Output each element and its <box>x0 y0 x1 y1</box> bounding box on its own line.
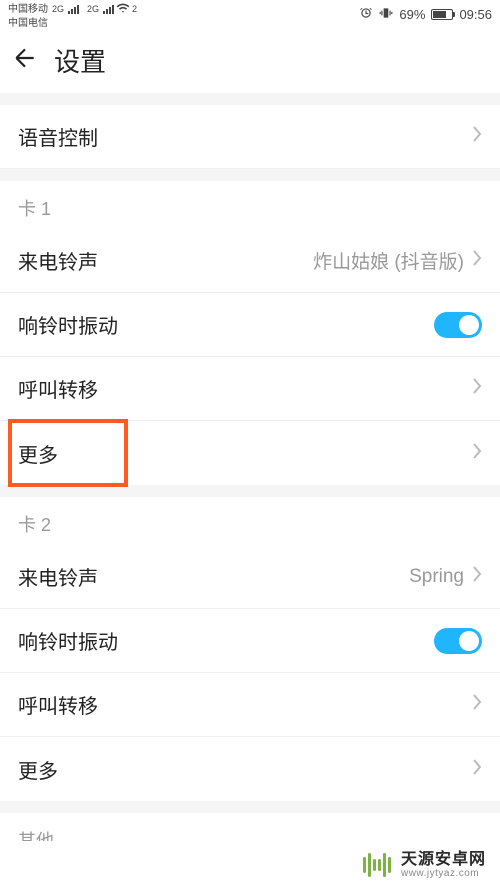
chevron-right-icon <box>472 693 482 716</box>
sim2-ringtone-value: Spring <box>409 566 464 588</box>
wifi-icon <box>116 1 130 18</box>
chevron-right-icon <box>472 249 482 272</box>
row-sim1-vibrate[interactable]: 响铃时振动 <box>0 293 500 357</box>
chevron-right-icon <box>472 565 482 588</box>
section-gap <box>0 93 500 105</box>
watermark-footer: 天源安卓网 www.jytyaz.com <box>0 841 500 889</box>
signal-bars-2 <box>103 5 114 14</box>
sim1-more-label: 更多 <box>18 439 58 468</box>
chevron-right-icon <box>472 377 482 400</box>
row-sim1-more[interactable]: 更多 <box>0 421 500 485</box>
row-voice-control[interactable]: 语音控制 <box>0 105 500 169</box>
sim2-forward-label: 呼叫转移 <box>18 690 98 719</box>
battery-icon <box>431 9 453 20</box>
sim2-ringtone-label: 来电铃声 <box>18 562 98 591</box>
row-sim1-ringtone[interactable]: 来电铃声 炸山姑娘 (抖音版) <box>0 229 500 293</box>
footer-brand-en: www.jytyaz.com <box>401 868 486 879</box>
chevron-right-icon <box>472 758 482 781</box>
row-sim2-vibrate[interactable]: 响铃时振动 <box>0 609 500 673</box>
row-sim2-more[interactable]: 更多 <box>0 737 500 801</box>
row-sim2-ringtone[interactable]: 来电铃声 Spring <box>0 545 500 609</box>
sim1-ringtone-label: 来电铃声 <box>18 246 98 275</box>
section-gap <box>0 485 500 497</box>
network-type-1: 2G <box>52 5 64 15</box>
chevron-right-icon <box>472 442 482 465</box>
section-gap <box>0 169 500 181</box>
sim1-forward-label: 呼叫转移 <box>18 374 98 403</box>
sim2-header: 卡 2 <box>0 497 500 545</box>
status-bar: 中国移动 2G 2G 2 中国电信 69% 09:56 <box>0 0 500 28</box>
wifi-index: 2 <box>132 5 137 15</box>
carrier-1: 中国移动 <box>8 4 48 15</box>
status-left: 中国移动 2G 2G 2 中国电信 <box>8 0 137 29</box>
chevron-right-icon <box>472 125 482 148</box>
sim1-ringtone-value: 炸山姑娘 (抖音版) <box>313 247 464 274</box>
vibrate-icon <box>379 6 393 23</box>
network-type-2: 2G <box>87 5 99 15</box>
toggle-on-icon[interactable] <box>434 312 482 338</box>
sim2-more-label: 更多 <box>18 755 58 784</box>
sim1-vibrate-label: 响铃时振动 <box>18 310 118 339</box>
page-title: 设置 <box>54 42 106 79</box>
sim1-header: 卡 1 <box>0 181 500 229</box>
app-header: 设置 <box>0 28 500 93</box>
clock-time: 09:56 <box>459 7 492 22</box>
battery-percent: 69% <box>399 7 425 22</box>
section-gap <box>0 801 500 813</box>
back-icon[interactable] <box>12 45 38 76</box>
status-right: 69% 09:56 <box>359 6 492 23</box>
footer-brand-cn: 天源安卓网 <box>401 851 486 869</box>
carrier-2: 中国电信 <box>8 18 48 29</box>
signal-bars-1 <box>68 5 79 14</box>
alarm-icon <box>359 6 373 23</box>
toggle-on-icon[interactable] <box>434 628 482 654</box>
row-sim1-forward[interactable]: 呼叫转移 <box>0 357 500 421</box>
sim2-vibrate-label: 响铃时振动 <box>18 626 118 655</box>
voice-control-label: 语音控制 <box>18 122 98 151</box>
logo-icon <box>361 849 393 881</box>
row-sim2-forward[interactable]: 呼叫转移 <box>0 673 500 737</box>
